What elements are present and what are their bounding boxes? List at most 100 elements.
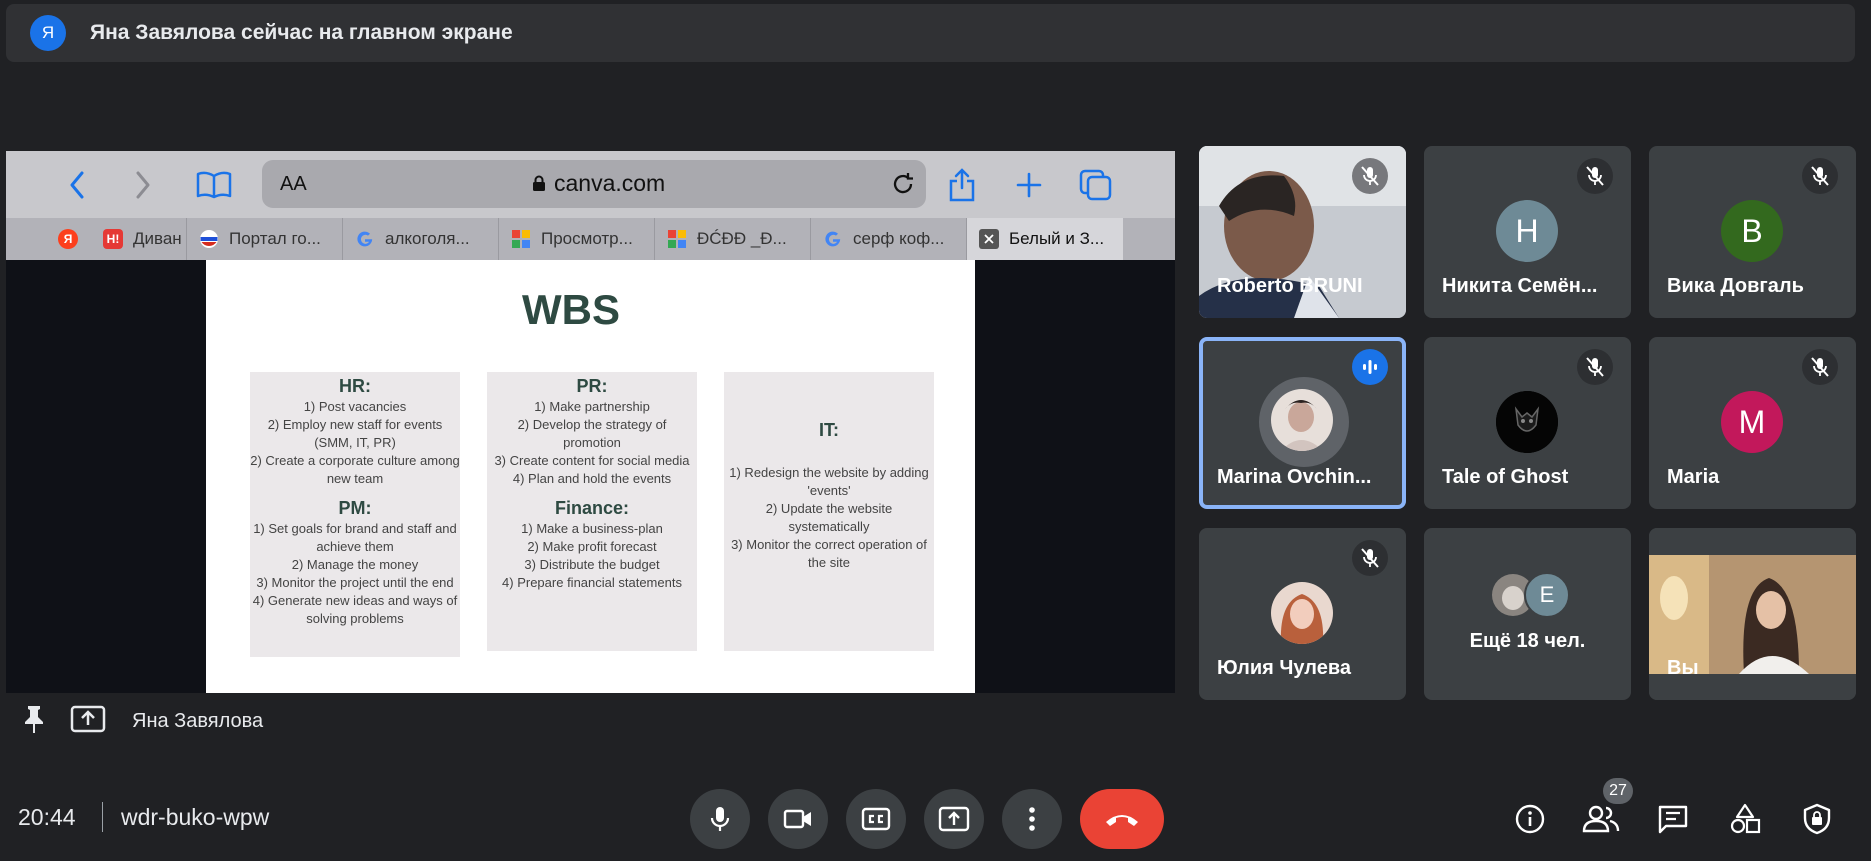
tab-google-2[interactable]: серф коф... — [810, 218, 967, 260]
tab-preview[interactable]: Просмотр... — [498, 218, 655, 260]
present-screen-icon — [938, 806, 970, 832]
it-item: 2) Update the website systematically — [765, 501, 893, 534]
russia-flag-icon — [199, 229, 219, 249]
wbs-slide: WBS HR: 1) Post vacancies 2) Employ new … — [206, 260, 975, 693]
finance-heading: Finance: — [554, 498, 629, 518]
back-icon[interactable] — [57, 165, 97, 205]
participant-tile[interactable]: В Вика Довгаль — [1649, 146, 1856, 318]
address-bar[interactable]: AA canva.com — [262, 160, 926, 208]
finance-item: 4) Prepare financial statements — [502, 575, 682, 590]
meeting-code: wdr-buko-wpw — [121, 804, 270, 830]
pm-item: 1) Set goals for brand and staff and ach… — [253, 521, 457, 554]
presenter-label: Яна Завялова — [22, 703, 263, 739]
share-icon[interactable] — [942, 165, 982, 205]
tab-garbled[interactable]: ĐĆĐĐ _Đ... — [654, 218, 811, 260]
speaking-indicator-icon — [1352, 349, 1388, 385]
text-size-button[interactable]: AA — [280, 173, 307, 196]
divan-favicon-icon: Н! — [103, 229, 123, 249]
hang-up-icon — [1106, 815, 1138, 826]
pm-heading: PM: — [338, 498, 372, 518]
divider — [102, 802, 103, 832]
pm-item: 2) Manage the money — [291, 557, 419, 572]
participant-name: Вика Довгаль — [1667, 275, 1804, 297]
others-tile[interactable]: E Ещё 18 чел. — [1424, 528, 1631, 700]
participant-name: Roberto BRUNI — [1217, 275, 1363, 297]
participant-tile-speaking[interactable]: Marina Ovchin... — [1199, 337, 1406, 509]
bookmarks-icon[interactable] — [194, 165, 234, 205]
info-icon — [1515, 804, 1545, 834]
chat-button[interactable] — [1651, 797, 1695, 841]
participant-name: Никита Семён... — [1442, 275, 1598, 297]
new-tab-icon[interactable] — [1009, 165, 1049, 205]
participant-avatar — [1271, 582, 1333, 644]
participant-tile[interactable]: Roberto BRUNI — [1199, 146, 1406, 318]
pr-item: 3) Create content for social media — [494, 453, 690, 468]
tab-google-1[interactable]: алкоголя... — [342, 218, 499, 260]
participant-tile[interactable]: Юлия Чулева — [1199, 528, 1406, 700]
more-options-button[interactable] — [1002, 789, 1062, 849]
pr-item: 4) Plan and hold the events — [512, 471, 672, 486]
participant-name: Вы — [1667, 657, 1699, 679]
tab-gosuslugi[interactable]: Портал го... — [186, 218, 343, 260]
pr-item: 2) Develop the strategy of promotion — [517, 417, 667, 450]
tab-divan[interactable]: Н! Диван — [91, 218, 185, 260]
it-heading: IT: — [819, 420, 839, 440]
participants-count-badge: 27 — [1603, 778, 1633, 804]
leave-call-button[interactable] — [1080, 789, 1164, 849]
bottom-control-bar: 20:44 wdr-buko-wpw 27 — [0, 778, 1871, 857]
finance-item: 3) Distribute the budget — [524, 557, 660, 572]
microphone-button[interactable] — [690, 789, 750, 849]
it-item: 3) Monitor the correct operation of the … — [731, 537, 927, 570]
shared-screen: AA canva.com Я Н! Диван Портал го... алко… — [6, 151, 1175, 693]
finance-item: 2) Make profit forecast — [527, 539, 657, 554]
hr-heading: HR: — [339, 376, 371, 396]
participant-tile[interactable]: Tale of Ghost — [1424, 337, 1631, 509]
url-host: canva.com — [554, 170, 666, 196]
participant-avatar — [1271, 389, 1333, 451]
it-column: IT: 1) Redesign the website by adding 'e… — [724, 372, 934, 651]
chat-icon — [1658, 805, 1688, 834]
participant-tile[interactable]: M Maria — [1649, 337, 1856, 509]
camera-button[interactable] — [768, 789, 828, 849]
present-screen-icon — [70, 705, 106, 738]
yandex-favicon-icon: Я — [58, 229, 78, 249]
tab-active[interactable]: Белый и З... — [966, 218, 1123, 260]
mic-off-icon — [1352, 540, 1388, 576]
participant-tile[interactable]: Н Никита Семён... — [1424, 146, 1631, 318]
self-tile[interactable]: Вы — [1649, 528, 1856, 700]
pin-icon[interactable] — [22, 704, 46, 739]
google-icon — [355, 229, 375, 249]
colorful-favicon-icon — [511, 229, 531, 249]
forward-icon[interactable] — [123, 165, 163, 205]
participant-name: Юлия Чулева — [1217, 657, 1351, 679]
finance-item: 1) Make a business-plan — [521, 521, 663, 536]
participant-avatar: В — [1721, 200, 1783, 262]
pr-heading: PR: — [576, 376, 608, 396]
pr-finance-column: PR: 1) Make partnership 2) Develop the s… — [487, 372, 697, 651]
participant-name: Tale of Ghost — [1442, 466, 1569, 488]
presenter-name: Яна Завялова — [132, 709, 264, 732]
hr-item: 1) Post vacancies — [303, 399, 407, 414]
slide-title: WBS — [522, 286, 620, 333]
lock-icon — [533, 175, 545, 191]
people-icon — [1582, 805, 1620, 833]
presenter-avatar: Я — [30, 15, 66, 51]
reload-icon[interactable] — [890, 171, 916, 197]
participant-avatar — [1496, 391, 1558, 453]
close-tab-icon[interactable] — [979, 229, 999, 249]
captions-button[interactable] — [846, 789, 906, 849]
pr-item: 1) Make partnership — [534, 399, 650, 414]
activities-icon — [1730, 803, 1761, 834]
participant-avatar: M — [1721, 391, 1783, 453]
present-now-button[interactable] — [924, 789, 984, 849]
meeting-details-button[interactable] — [1508, 797, 1552, 841]
clock: 20:44 — [18, 804, 76, 830]
participant-name: Marina Ovchin... — [1217, 466, 1372, 488]
activities-button[interactable] — [1723, 797, 1767, 841]
tabs-overview-icon[interactable] — [1076, 165, 1116, 205]
mic-off-icon — [1802, 158, 1838, 194]
browser-toolbar: AA canva.com — [6, 151, 1175, 218]
colorful-favicon-icon — [667, 229, 687, 249]
hr-pm-column: HR: 1) Post vacancies 2) Employ new staf… — [250, 372, 460, 657]
host-controls-button[interactable] — [1795, 797, 1839, 841]
